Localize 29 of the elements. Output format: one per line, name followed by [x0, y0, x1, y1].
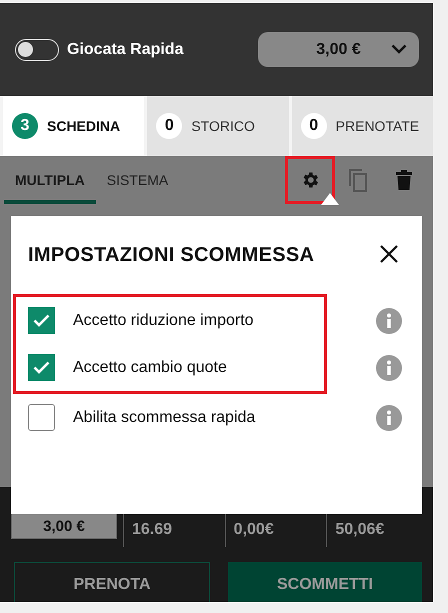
- action-button[interactable]: SCOMMETTI: [228, 562, 422, 602]
- checkbox[interactable]: [28, 404, 55, 431]
- popup-title: IMPOSTAZIONI SCOMMESSA: [28, 244, 314, 266]
- tab[interactable]: 0 STORICO: [144, 96, 289, 156]
- toggle-label: Giocata Rapida: [67, 40, 184, 58]
- info-icon[interactable]: [376, 404, 402, 430]
- trash-icon: [396, 170, 412, 190]
- tab[interactable]: 3 SCHEDINA: [0, 96, 144, 156]
- close-icon: [379, 244, 399, 264]
- copy-icon: [348, 168, 368, 192]
- amount-dropdown[interactable]: 3,00 €: [258, 32, 419, 67]
- count-badge: 0: [156, 113, 182, 139]
- chevron-icon: [391, 44, 407, 54]
- info-icon[interactable]: [376, 308, 402, 334]
- checkbox[interactable]: [28, 354, 55, 381]
- option-label: Accetto riduzione importo: [73, 312, 254, 330]
- check-icon: [33, 361, 50, 374]
- tab[interactable]: 0 PRENOTATE: [288, 96, 433, 156]
- checkbox[interactable]: [28, 307, 55, 334]
- option-label: Abilita scommessa rapida: [73, 408, 256, 426]
- action-button[interactable]: PRENOTA: [14, 562, 210, 602]
- toggle-switch[interactable]: [15, 38, 59, 60]
- count-badge: 0: [300, 113, 327, 139]
- option-label: Accetto cambio quote: [73, 358, 227, 376]
- check-icon: [33, 314, 50, 327]
- count-badge: 3: [12, 113, 38, 139]
- info-icon[interactable]: [376, 354, 402, 380]
- bet-type-tab[interactable]: SISTEMA: [96, 160, 180, 204]
- stake-field[interactable]: 3,00 €: [11, 513, 117, 539]
